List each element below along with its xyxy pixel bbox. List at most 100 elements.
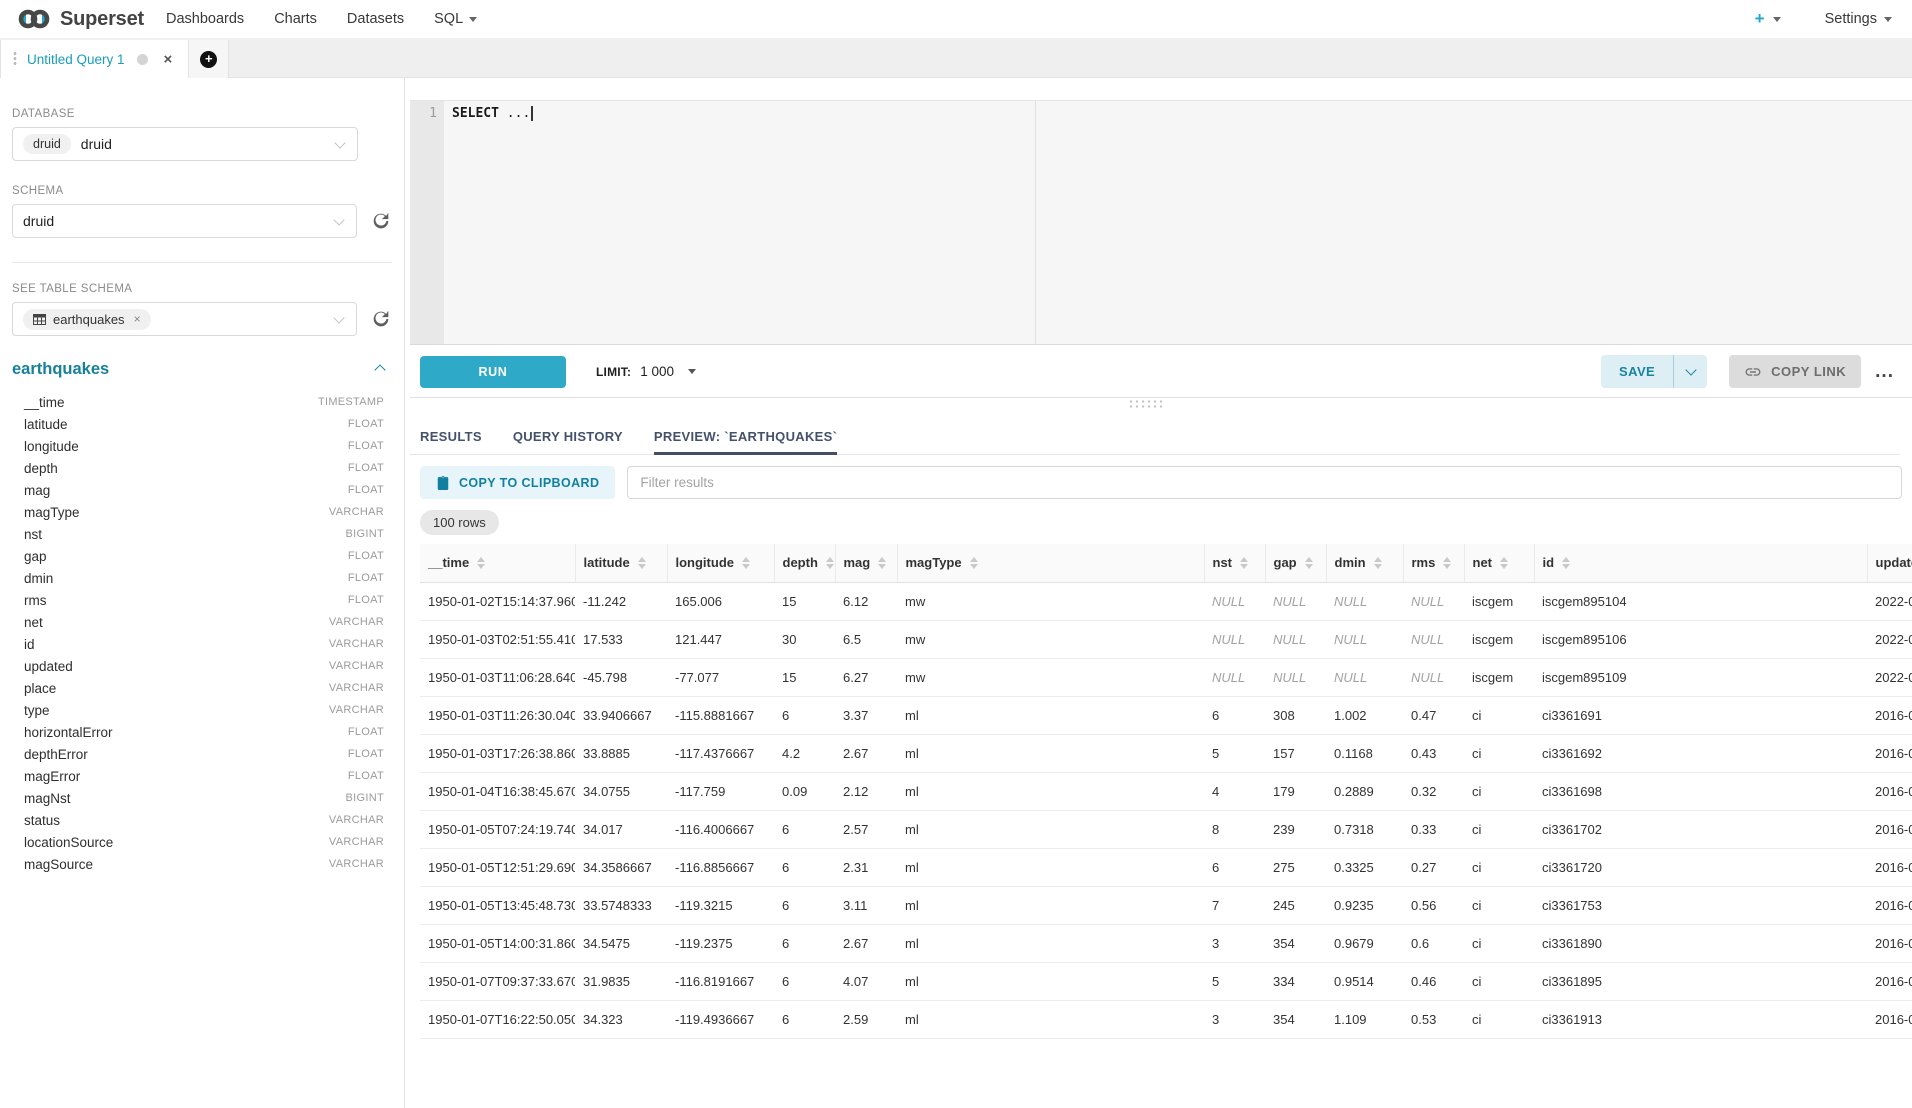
table-cell: 1950-01-07T09:37:33.670Z [420,962,575,1000]
database-select[interactable]: druid druid [12,127,358,161]
column-header-label: nst [1213,555,1233,570]
column-header-gap[interactable]: gap [1265,544,1326,582]
sort-icon[interactable] [826,557,834,569]
pane-resize-handle[interactable] [1128,399,1164,408]
sort-icon[interactable] [477,557,485,569]
sort-icon[interactable] [638,557,646,569]
remove-table-icon[interactable]: × [134,312,141,326]
column-type: VARCHAR [329,660,384,672]
sort-icon[interactable] [1443,557,1451,569]
sort-icon[interactable] [1562,557,1570,569]
tab-query-history[interactable]: QUERY HISTORY [513,419,623,454]
save-button[interactable]: SAVE [1601,355,1673,388]
table-cell: iscgem895104 [1534,582,1867,620]
table-schema-label: SEE TABLE SCHEMA [12,283,392,295]
nav-charts[interactable]: Charts [274,11,317,27]
table-cell: -117.4376667 [667,734,774,772]
table-cell: 6 [774,1000,835,1038]
nav-sql-menu[interactable]: SQL [434,11,477,27]
close-icon[interactable]: × [164,51,173,68]
plus-circle-icon: + [200,51,217,68]
table-name-heading[interactable]: earthquakes [12,360,109,379]
drag-handle-icon[interactable] [13,51,17,67]
column-header-__time[interactable]: __time [420,544,575,582]
table-cell: ci [1464,962,1534,1000]
copy-link-button[interactable]: COPY LINK [1729,355,1861,388]
schema-select[interactable]: druid [12,204,357,238]
column-type: VARCHAR [329,704,384,716]
sort-icon[interactable] [970,557,978,569]
table-cell: 1950-01-03T17:26:38.860Z [420,734,575,772]
nav-datasets[interactable]: Datasets [347,11,404,27]
sort-icon[interactable] [1374,557,1382,569]
sql-editor[interactable]: 1 SELECT ... [410,100,1912,345]
run-button[interactable]: RUN [420,356,566,388]
tab-preview-earthquakes[interactable]: PREVIEW: `EARTHQUAKES` [654,419,837,454]
table-cell: 1.109 [1326,1000,1403,1038]
column-header-net[interactable]: net [1464,544,1534,582]
settings-menu[interactable]: Settings [1825,11,1892,27]
column-header-updated[interactable]: updated [1867,544,1912,582]
table-cell: ci [1464,1000,1534,1038]
table-cell: -115.8881667 [667,696,774,734]
table-cell: 334 [1265,962,1326,1000]
sort-icon[interactable] [742,557,750,569]
column-header-mag[interactable]: mag [835,544,897,582]
table-cell: 4.07 [835,962,897,1000]
query-tab-active[interactable]: Untitled Query 1 × [0,40,189,78]
sort-icon[interactable] [878,557,886,569]
sql-keyword: SELECT [452,106,499,121]
column-list-item: magErrorFLOAT [12,765,392,787]
table-cell: 4 [1204,772,1265,810]
table-cell: 354 [1265,924,1326,962]
sort-icon[interactable] [1240,557,1248,569]
database-value: druid [81,136,112,152]
column-header-rms[interactable]: rms [1403,544,1464,582]
table-cell: mw [897,658,1204,696]
column-list-item: magSourceVARCHAR [12,853,392,875]
limit-dropdown[interactable]: LIMIT: 1 000 [596,364,696,379]
column-header-dmin[interactable]: dmin [1326,544,1403,582]
collapse-table-icon[interactable] [374,364,385,375]
filter-results-input[interactable] [627,466,1902,499]
column-header-latitude[interactable]: latitude [575,544,667,582]
table-cell: NULL [1265,658,1326,696]
tab-results[interactable]: RESULTS [420,419,482,454]
table-cell: 1950-01-03T11:26:30.040Z [420,696,575,734]
refresh-tables-button[interactable] [370,308,392,330]
table-cell: 2016-0 [1867,848,1912,886]
sort-icon[interactable] [1500,557,1508,569]
column-name: id [24,637,35,652]
editor-code[interactable]: SELECT ... [444,101,1912,344]
editor-toolbar: RUN LIMIT: 1 000 SAVE COPY LINK ... [410,346,1912,398]
column-header-depth[interactable]: depth [774,544,835,582]
column-list-item: latitudeFLOAT [12,413,392,435]
column-header-magType[interactable]: magType [897,544,1204,582]
column-name: depthError [24,747,88,762]
column-header-id[interactable]: id [1534,544,1867,582]
nav-dashboards[interactable]: Dashboards [166,11,244,27]
table-cell: 2016-0 [1867,696,1912,734]
column-header-longitude[interactable]: longitude [667,544,774,582]
new-item-button[interactable]: + [1755,9,1765,29]
superset-logo[interactable]: Superset [16,6,144,32]
table-cell: NULL [1403,658,1464,696]
sort-icon[interactable] [1305,557,1313,569]
table-cell: 0.32 [1403,772,1464,810]
table-cell: 2.57 [835,810,897,848]
results-body: 1950-01-02T15:14:37.960Z-11.242165.00615… [420,582,1912,1038]
column-header-label: mag [844,555,871,570]
more-options-button[interactable]: ... [1875,367,1894,377]
table-cell: ci [1464,772,1534,810]
table-cell: 15 [774,582,835,620]
table-select[interactable]: earthquakes × [12,302,357,336]
table-cell: ci [1464,924,1534,962]
table-cell: 2016-0 [1867,886,1912,924]
refresh-schema-button[interactable] [370,210,392,232]
save-options-button[interactable] [1673,355,1707,388]
column-list-item: statusVARCHAR [12,809,392,831]
column-header-nst[interactable]: nst [1204,544,1265,582]
add-query-tab[interactable]: + [189,40,229,78]
copy-to-clipboard-button[interactable]: COPY TO CLIPBOARD [420,466,615,499]
chevron-down-icon[interactable] [1773,17,1781,22]
